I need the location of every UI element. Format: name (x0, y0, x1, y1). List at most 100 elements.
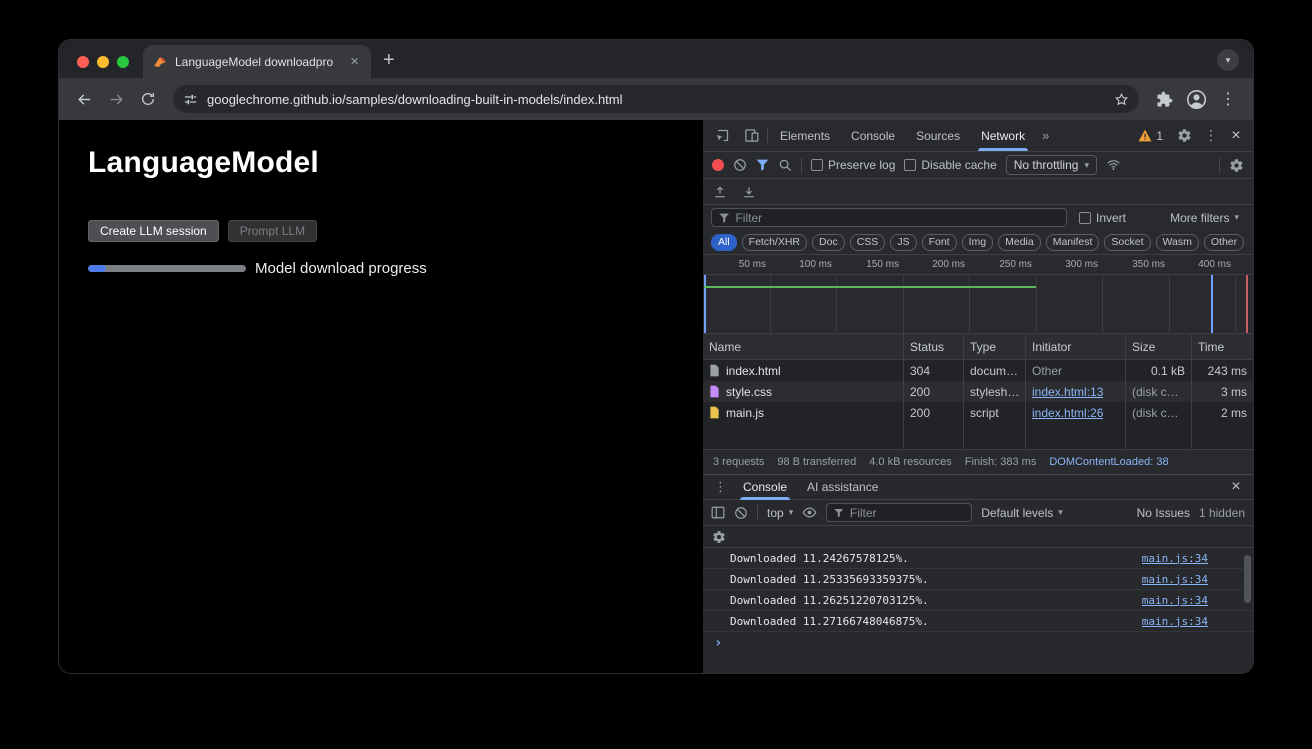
browser-tab[interactable]: LanguageModel downloadpro × (143, 45, 371, 78)
initiator-link[interactable]: index.html:13 (1032, 385, 1103, 399)
drawer-menu-button[interactable]: ⋮ (709, 479, 732, 495)
filter-chip-socket[interactable]: Socket (1104, 234, 1150, 251)
devtools-settings-button[interactable] (1171, 124, 1197, 148)
device-toolbar-button[interactable] (738, 124, 764, 148)
create-llm-session-button[interactable]: Create LLM session (88, 220, 219, 242)
console-prompt[interactable]: › (703, 632, 1253, 654)
console-filter-input[interactable] (826, 503, 972, 522)
bookmark-star-button[interactable] (1114, 92, 1129, 107)
invert-checkbox[interactable]: Invert (1079, 211, 1126, 225)
devtools-tab-elements[interactable]: Elements (771, 120, 839, 151)
web-page: LanguageModel Create LLM session Prompt … (59, 120, 703, 673)
network-request-row[interactable]: main.js 200 script index.html:26 (disk c… (703, 402, 1253, 423)
log-levels-select[interactable]: Default levels ▾ (981, 506, 1063, 520)
model-progress-fill (88, 265, 106, 272)
record-network-log-button[interactable] (712, 159, 724, 171)
console-drawer: ⋮ Console AI assistance × (703, 474, 1253, 673)
network-filter-field[interactable] (735, 211, 1059, 225)
network-toolbar: Preserve log Disable cache No throttling… (703, 152, 1253, 179)
prompt-llm-button[interactable]: Prompt LLM (228, 220, 317, 242)
filter-chip-all[interactable]: All (711, 234, 737, 251)
filter-chip-font[interactable]: Font (922, 234, 957, 251)
url-bar[interactable]: googlechrome.github.io/samples/downloadi… (173, 85, 1139, 113)
filter-chip-css[interactable]: CSS (850, 234, 886, 251)
filter-chip-fetch-xhr[interactable]: Fetch/XHR (742, 234, 807, 251)
prompt-chevron-icon: › (714, 635, 722, 651)
console-sidebar-toggle-button[interactable] (711, 506, 725, 519)
network-request-row[interactable]: index.html 304 docum… Other 0.1 kB 243 m… (703, 360, 1253, 381)
chevron-down-icon: ▾ (1084, 160, 1089, 171)
reload-button[interactable] (133, 84, 163, 114)
console-settings-button[interactable] (712, 530, 726, 544)
clear-console-button[interactable] (734, 506, 748, 520)
console-message-source-link[interactable]: main.js:34 (1142, 573, 1208, 586)
hidden-messages-count[interactable]: 1 hidden (1199, 506, 1245, 520)
more-tabs-button[interactable]: » (1037, 128, 1054, 143)
console-message-source-link[interactable]: main.js:34 (1142, 594, 1208, 607)
import-har-button[interactable] (713, 185, 727, 199)
issues-status[interactable]: No Issues (1137, 506, 1190, 520)
site-settings-icon[interactable] (183, 92, 198, 107)
tab-search-button[interactable]: ▾ (1217, 49, 1239, 71)
network-search-button[interactable] (778, 158, 792, 172)
throttling-value: No throttling (1014, 158, 1079, 172)
devtools-tab-network[interactable]: Network (972, 120, 1034, 151)
network-conditions-icon (1106, 158, 1121, 172)
filter-toggle-button[interactable] (756, 159, 769, 171)
profile-button[interactable] (1181, 84, 1211, 114)
network-overview-timeline[interactable]: 50 ms 100 ms 150 ms 200 ms 250 ms 300 ms… (703, 255, 1253, 334)
drawer-close-button[interactable]: × (1225, 476, 1247, 498)
network-filter-input[interactable] (711, 208, 1067, 227)
execution-context-select[interactable]: top ▾ (767, 506, 793, 520)
download-icon (742, 185, 756, 199)
console-messages: Downloaded 11.24267578125%. main.js:34 D… (703, 548, 1253, 632)
filter-chip-wasm[interactable]: Wasm (1156, 234, 1199, 251)
column-header-size[interactable]: Size (1126, 334, 1192, 359)
filter-chip-js[interactable]: JS (890, 234, 916, 251)
column-header-type[interactable]: Type (964, 334, 1026, 359)
new-tab-button[interactable]: + (383, 50, 395, 70)
browser-menu-button[interactable]: ⋮ (1213, 84, 1243, 114)
column-header-name[interactable]: Name (703, 334, 904, 359)
devtools-menu-button[interactable]: ⋮ (1200, 124, 1222, 148)
column-header-initiator[interactable]: Initiator (1026, 334, 1126, 359)
export-har-button[interactable] (742, 185, 756, 199)
console-filter-field[interactable] (850, 506, 964, 520)
close-window-button[interactable] (77, 56, 89, 68)
drawer-scrollbar-thumb[interactable] (1244, 555, 1251, 603)
drawer-tab-ai-assistance[interactable]: AI assistance (798, 475, 887, 500)
inspect-element-button[interactable] (709, 124, 735, 148)
drawer-tab-console[interactable]: Console (734, 475, 796, 500)
devtools-tab-console[interactable]: Console (842, 120, 904, 151)
filter-chip-img[interactable]: Img (962, 234, 994, 251)
filter-chip-manifest[interactable]: Manifest (1046, 234, 1100, 251)
devtools-close-button[interactable]: × (1225, 124, 1247, 148)
column-header-time[interactable]: Time (1192, 334, 1253, 359)
issues-warning-button[interactable]: 1 (1133, 129, 1168, 143)
back-button[interactable] (69, 84, 99, 114)
network-settings-button[interactable] (1229, 158, 1244, 173)
minimize-window-button[interactable] (97, 56, 109, 68)
extensions-button[interactable] (1149, 84, 1179, 114)
clear-network-log-button[interactable] (733, 158, 747, 172)
column-header-status[interactable]: Status (904, 334, 964, 359)
initiator-link[interactable]: index.html:26 (1032, 406, 1103, 420)
devtools-tab-sources[interactable]: Sources (907, 120, 969, 151)
console-message-source-link[interactable]: main.js:34 (1142, 615, 1208, 628)
timeline-label: 200 ms (909, 259, 965, 270)
disable-cache-checkbox[interactable]: Disable cache (904, 158, 996, 172)
forward-button[interactable] (101, 84, 131, 114)
gear-icon (1177, 128, 1192, 143)
filter-chip-other[interactable]: Other (1204, 234, 1244, 251)
tab-close-button[interactable]: × (348, 54, 361, 69)
live-expression-button[interactable] (802, 506, 817, 519)
more-filters-button[interactable]: More filters ▾ (1170, 211, 1239, 225)
filter-chip-media[interactable]: Media (998, 234, 1041, 251)
network-conditions-button[interactable] (1106, 158, 1121, 172)
network-request-row[interactable]: style.css 200 stylesh… index.html:13 (di… (703, 381, 1253, 402)
throttling-select[interactable]: No throttling ▾ (1006, 155, 1097, 175)
console-message-source-link[interactable]: main.js:34 (1142, 552, 1208, 565)
maximize-window-button[interactable] (117, 56, 129, 68)
preserve-log-checkbox[interactable]: Preserve log (811, 158, 895, 172)
filter-chip-doc[interactable]: Doc (812, 234, 845, 251)
